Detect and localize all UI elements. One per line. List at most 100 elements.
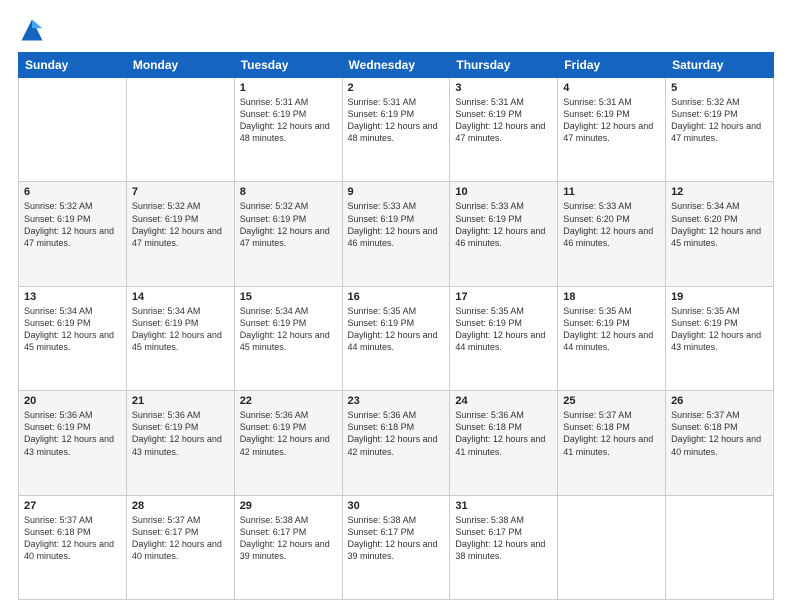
calendar-cell xyxy=(558,495,666,599)
day-number: 28 xyxy=(132,500,229,512)
day-info: Sunrise: 5:36 AM Sunset: 6:18 PM Dayligh… xyxy=(348,409,445,458)
calendar-cell: 17 Sunrise: 5:35 AM Sunset: 6:19 PM Dayli… xyxy=(450,286,558,390)
day-info: Sunrise: 5:31 AM Sunset: 6:19 PM Dayligh… xyxy=(240,96,337,145)
day-info: Sunrise: 5:34 AM Sunset: 6:19 PM Dayligh… xyxy=(240,305,337,354)
calendar-cell: 21Sunrise: 5:36 AM Sunset: 6:19 PM Dayli… xyxy=(126,391,234,495)
day-number: 31 xyxy=(455,500,552,512)
day-info: Sunrise: 5:38 AM Sunset: 6:17 PM Dayligh… xyxy=(240,514,337,563)
day-info: Sunrise: 5:31 AM Sunset: 6:19 PM Dayligh… xyxy=(455,96,552,145)
day-number: 16 xyxy=(348,291,445,303)
day-number: 2 xyxy=(348,82,445,94)
calendar-cell: 25Sunrise: 5:37 AM Sunset: 6:18 PM Dayli… xyxy=(558,391,666,495)
day-info: Sunrise: 5:35 AM Sunset: 6:19 PM Dayligh… xyxy=(563,305,660,354)
calendar-cell: 29 Sunrise: 5:38 AM Sunset: 6:17 PM Dayli… xyxy=(234,495,342,599)
calendar-cell: 26 Sunrise: 5:37 AM Sunset: 6:18 PM Dayli… xyxy=(666,391,774,495)
day-number: 27 xyxy=(24,500,121,512)
calendar-cell: 20 Sunrise: 5:36 AM Sunset: 6:19 PM Dayli… xyxy=(19,391,127,495)
day-info: Sunrise: 5:35 AM Sunset: 6:19 PM Dayligh… xyxy=(455,305,552,354)
day-info: Sunrise: 5:38 AM Sunset: 6:17 PM Dayligh… xyxy=(348,514,445,563)
day-number: 11 xyxy=(563,186,660,198)
calendar-week-row: 20 Sunrise: 5:36 AM Sunset: 6:19 PM Dayli… xyxy=(19,391,774,495)
calendar-cell xyxy=(126,78,234,182)
day-number: 4 xyxy=(563,82,660,94)
day-number: 26 xyxy=(671,395,768,407)
calendar-cell: 14Sunrise: 5:34 AM Sunset: 6:19 PM Dayli… xyxy=(126,286,234,390)
day-number: 19 xyxy=(671,291,768,303)
calendar-cell: 1 Sunrise: 5:31 AM Sunset: 6:19 PM Daylig… xyxy=(234,78,342,182)
day-number: 5 xyxy=(671,82,768,94)
header xyxy=(18,16,774,44)
calendar-cell: 30Sunrise: 5:38 AM Sunset: 6:17 PM Dayli… xyxy=(342,495,450,599)
calendar-cell: 5 Sunrise: 5:32 AM Sunset: 6:19 PM Daylig… xyxy=(666,78,774,182)
day-info: Sunrise: 5:35 AM Sunset: 6:19 PM Dayligh… xyxy=(671,305,768,354)
calendar-cell: 2 Sunrise: 5:31 AM Sunset: 6:19 PM Daylig… xyxy=(342,78,450,182)
day-info: Sunrise: 5:33 AM Sunset: 6:19 PM Dayligh… xyxy=(348,200,445,249)
calendar-cell: 11 Sunrise: 5:33 AM Sunset: 6:20 PM Dayli… xyxy=(558,182,666,286)
calendar-cell: 28Sunrise: 5:37 AM Sunset: 6:17 PM Dayli… xyxy=(126,495,234,599)
weekday-header: Tuesday xyxy=(234,53,342,78)
calendar-week-row: 13 Sunrise: 5:34 AM Sunset: 6:19 PM Dayli… xyxy=(19,286,774,390)
logo-icon xyxy=(18,16,46,44)
day-info: Sunrise: 5:31 AM Sunset: 6:19 PM Dayligh… xyxy=(563,96,660,145)
weekday-header: Friday xyxy=(558,53,666,78)
calendar-cell: 10 Sunrise: 5:33 AM Sunset: 6:19 PM Dayli… xyxy=(450,182,558,286)
calendar-cell: 12 Sunrise: 5:34 AM Sunset: 6:20 PM Dayli… xyxy=(666,182,774,286)
calendar-cell: 31Sunrise: 5:38 AM Sunset: 6:17 PM Dayli… xyxy=(450,495,558,599)
day-info: Sunrise: 5:34 AM Sunset: 6:20 PM Dayligh… xyxy=(671,200,768,249)
page: SundayMondayTuesdayWednesdayThursdayFrid… xyxy=(0,0,792,612)
day-number: 24 xyxy=(455,395,552,407)
day-info: Sunrise: 5:37 AM Sunset: 6:18 PM Dayligh… xyxy=(671,409,768,458)
weekday-header: Monday xyxy=(126,53,234,78)
calendar-cell: 23Sunrise: 5:36 AM Sunset: 6:18 PM Dayli… xyxy=(342,391,450,495)
day-info: Sunrise: 5:37 AM Sunset: 6:18 PM Dayligh… xyxy=(563,409,660,458)
day-info: Sunrise: 5:31 AM Sunset: 6:19 PM Dayligh… xyxy=(348,96,445,145)
day-number: 3 xyxy=(455,82,552,94)
day-number: 10 xyxy=(455,186,552,198)
calendar-cell: 19 Sunrise: 5:35 AM Sunset: 6:19 PM Dayli… xyxy=(666,286,774,390)
day-info: Sunrise: 5:34 AM Sunset: 6:19 PM Dayligh… xyxy=(24,305,121,354)
day-number: 21 xyxy=(132,395,229,407)
calendar-header-row: SundayMondayTuesdayWednesdayThursdayFrid… xyxy=(19,53,774,78)
calendar-cell: 6 Sunrise: 5:32 AM Sunset: 6:19 PM Daylig… xyxy=(19,182,127,286)
calendar-cell: 4 Sunrise: 5:31 AM Sunset: 6:19 PM Daylig… xyxy=(558,78,666,182)
day-number: 9 xyxy=(348,186,445,198)
calendar-cell: 8 Sunrise: 5:32 AM Sunset: 6:19 PM Daylig… xyxy=(234,182,342,286)
day-info: Sunrise: 5:33 AM Sunset: 6:19 PM Dayligh… xyxy=(455,200,552,249)
day-info: Sunrise: 5:36 AM Sunset: 6:19 PM Dayligh… xyxy=(24,409,121,458)
day-number: 18 xyxy=(563,291,660,303)
day-number: 13 xyxy=(24,291,121,303)
calendar-cell: 13 Sunrise: 5:34 AM Sunset: 6:19 PM Dayli… xyxy=(19,286,127,390)
calendar-cell: 24Sunrise: 5:36 AM Sunset: 6:18 PM Dayli… xyxy=(450,391,558,495)
day-info: Sunrise: 5:36 AM Sunset: 6:19 PM Dayligh… xyxy=(240,409,337,458)
day-number: 20 xyxy=(24,395,121,407)
day-number: 8 xyxy=(240,186,337,198)
day-number: 29 xyxy=(240,500,337,512)
day-info: Sunrise: 5:33 AM Sunset: 6:20 PM Dayligh… xyxy=(563,200,660,249)
calendar-cell: 3 Sunrise: 5:31 AM Sunset: 6:19 PM Daylig… xyxy=(450,78,558,182)
day-info: Sunrise: 5:37 AM Sunset: 6:18 PM Dayligh… xyxy=(24,514,121,563)
calendar-cell: 27 Sunrise: 5:37 AM Sunset: 6:18 PM Dayli… xyxy=(19,495,127,599)
day-number: 14 xyxy=(132,291,229,303)
calendar-week-row: 1 Sunrise: 5:31 AM Sunset: 6:19 PM Daylig… xyxy=(19,78,774,182)
day-number: 1 xyxy=(240,82,337,94)
calendar-cell: 7Sunrise: 5:32 AM Sunset: 6:19 PM Daylig… xyxy=(126,182,234,286)
calendar-cell xyxy=(19,78,127,182)
day-info: Sunrise: 5:32 AM Sunset: 6:19 PM Dayligh… xyxy=(24,200,121,249)
logo xyxy=(18,16,50,44)
calendar-cell: 16 Sunrise: 5:35 AM Sunset: 6:19 PM Dayli… xyxy=(342,286,450,390)
day-number: 17 xyxy=(455,291,552,303)
day-info: Sunrise: 5:32 AM Sunset: 6:19 PM Dayligh… xyxy=(240,200,337,249)
day-number: 22 xyxy=(240,395,337,407)
calendar-cell: 9 Sunrise: 5:33 AM Sunset: 6:19 PM Daylig… xyxy=(342,182,450,286)
day-info: Sunrise: 5:32 AM Sunset: 6:19 PM Dayligh… xyxy=(671,96,768,145)
day-number: 6 xyxy=(24,186,121,198)
day-number: 15 xyxy=(240,291,337,303)
weekday-header: Sunday xyxy=(19,53,127,78)
calendar-table: SundayMondayTuesdayWednesdayThursdayFrid… xyxy=(18,52,774,600)
calendar-cell: 15 Sunrise: 5:34 AM Sunset: 6:19 PM Dayli… xyxy=(234,286,342,390)
day-info: Sunrise: 5:35 AM Sunset: 6:19 PM Dayligh… xyxy=(348,305,445,354)
weekday-header: Wednesday xyxy=(342,53,450,78)
calendar-cell: 22 Sunrise: 5:36 AM Sunset: 6:19 PM Dayli… xyxy=(234,391,342,495)
day-number: 12 xyxy=(671,186,768,198)
calendar-week-row: 27 Sunrise: 5:37 AM Sunset: 6:18 PM Dayli… xyxy=(19,495,774,599)
